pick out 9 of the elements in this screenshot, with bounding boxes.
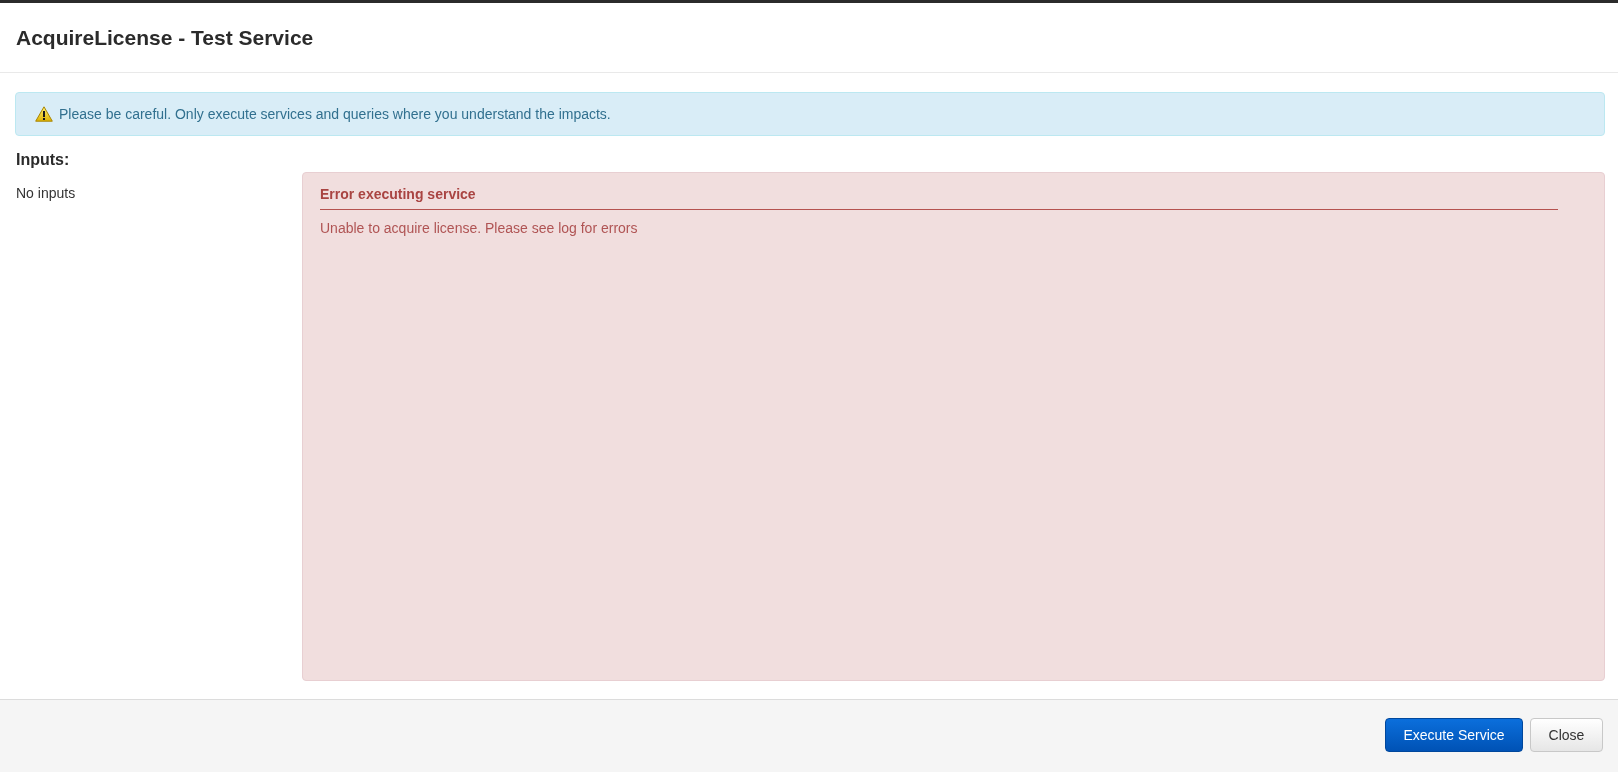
no-inputs-text: No inputs: [16, 185, 76, 201]
execute-button[interactable]: Execute Service: [1385, 718, 1523, 752]
warning-icon: [35, 106, 53, 122]
alert-text: Please be careful. Only execute services and queries where you understand the impacts.: [59, 106, 611, 122]
inputs-heading: Inputs:: [16, 150, 70, 170]
close-button[interactable]: Close: [1530, 718, 1603, 752]
error-title: Error executing service: [320, 185, 476, 203]
error-message: Unable to acquire license. Please see log for errors: [320, 219, 638, 237]
modal-title: AcquireLicense - Test Service: [16, 25, 314, 50]
